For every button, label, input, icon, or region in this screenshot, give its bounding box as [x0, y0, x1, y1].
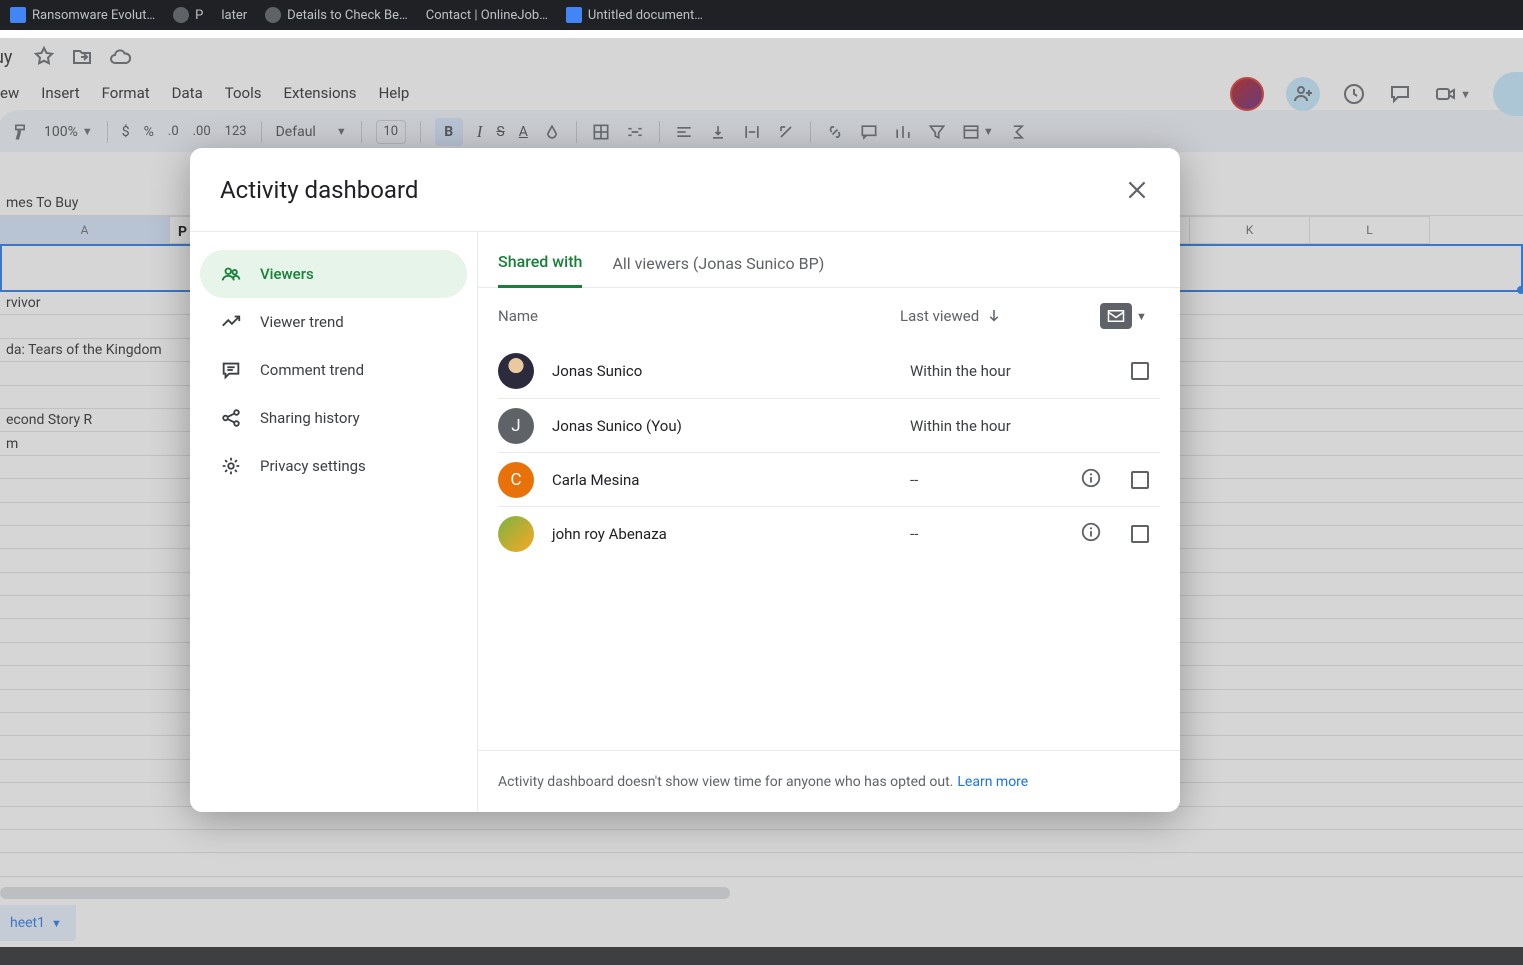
viewer-last-viewed: Within the hour: [910, 362, 1080, 380]
tab-label: P: [195, 8, 203, 23]
viewer-row: C Carla Mesina--: [498, 452, 1160, 506]
browser-tab-strip: Ransomware Evolut… P later Details to Ch…: [0, 0, 1523, 30]
viewer-row: J Jonas Sunico (You)Within the hour: [498, 398, 1160, 452]
column-last-viewed[interactable]: Last viewed: [900, 307, 1100, 325]
viewer-name: john roy Abenaza: [552, 525, 910, 543]
footer-text: Activity dashboard doesn't show view tim…: [498, 774, 953, 790]
sidebar-item-viewers[interactable]: Viewers: [200, 250, 467, 298]
tab-label: Ransomware Evolut…: [32, 8, 155, 23]
learn-more-link[interactable]: Learn more: [957, 774, 1028, 790]
viewer-name: Jonas Sunico (You): [552, 417, 910, 435]
viewer-avatar: J: [498, 408, 534, 444]
sort-desc-icon: [985, 307, 1003, 325]
viewer-last-viewed: --: [910, 525, 1080, 543]
sidebar-item-sharing-history[interactable]: Sharing history: [200, 394, 467, 442]
tab-label: Contact | OnlineJob…: [426, 8, 548, 23]
chevron-down-icon: ▼: [1136, 310, 1147, 323]
sidebar-label: Privacy settings: [260, 457, 366, 475]
close-icon[interactable]: [1124, 177, 1150, 203]
tab-label: later: [221, 8, 247, 23]
comment-icon: [220, 359, 242, 381]
viewer-name: Carla Mesina: [552, 471, 910, 489]
info-icon[interactable]: [1080, 521, 1120, 547]
info-icon[interactable]: [1080, 467, 1120, 493]
mail-icon: [1107, 309, 1125, 323]
dialog-tabs: Shared with All viewers (Jonas Sunico BP…: [478, 232, 1180, 288]
viewer-row: john roy Abenaza--: [498, 506, 1160, 560]
dialog-footer: Activity dashboard doesn't show view tim…: [478, 750, 1180, 812]
sidebar-label: Viewers: [260, 265, 314, 283]
column-name[interactable]: Name: [498, 307, 900, 325]
tab-label: Untitled document…: [588, 8, 703, 23]
tab-label: Details to Check Be…: [287, 8, 408, 23]
share-icon: [220, 407, 242, 429]
browser-tab[interactable]: Untitled document…: [566, 7, 703, 23]
sidebar-label: Viewer trend: [260, 313, 344, 331]
browser-tab[interactable]: P: [173, 7, 203, 23]
viewer-last-viewed: --: [910, 471, 1080, 489]
viewer-last-viewed: Within the hour: [910, 417, 1080, 435]
viewer-checkbox[interactable]: [1120, 362, 1160, 380]
tab-all-viewers[interactable]: All viewers (Jonas Sunico BP): [612, 254, 824, 287]
viewer-row: Jonas SunicoWithin the hour: [498, 344, 1160, 398]
viewer-avatar: [498, 353, 534, 389]
browser-tab[interactable]: later: [221, 8, 247, 23]
sidebar-label: Sharing history: [260, 409, 360, 427]
activity-dashboard-dialog: Activity dashboard Viewers Viewer trend …: [190, 148, 1180, 812]
sidebar-item-privacy-settings[interactable]: Privacy settings: [200, 442, 467, 490]
tab-shared-with[interactable]: Shared with: [498, 252, 582, 288]
browser-tab[interactable]: Ransomware Evolut…: [10, 7, 155, 23]
dialog-sidebar: Viewers Viewer trend Comment trend Shari…: [190, 232, 478, 812]
browser-tab[interactable]: Details to Check Be…: [265, 7, 408, 23]
email-all-button[interactable]: ▼: [1100, 303, 1160, 329]
trend-icon: [220, 311, 242, 333]
sidebar-label: Comment trend: [260, 361, 364, 379]
sidebar-item-comment-trend[interactable]: Comment trend: [200, 346, 467, 394]
viewer-checkbox[interactable]: [1120, 525, 1160, 543]
viewer-checkbox[interactable]: [1120, 471, 1160, 489]
viewer-avatar: [498, 516, 534, 552]
group-icon: [220, 263, 242, 285]
viewer-avatar: C: [498, 462, 534, 498]
sidebar-item-viewer-trend[interactable]: Viewer trend: [200, 298, 467, 346]
browser-tab[interactable]: Contact | OnlineJob…: [426, 8, 548, 23]
viewer-name: Jonas Sunico: [552, 362, 910, 380]
gear-icon: [220, 455, 242, 477]
dialog-title: Activity dashboard: [220, 176, 418, 204]
